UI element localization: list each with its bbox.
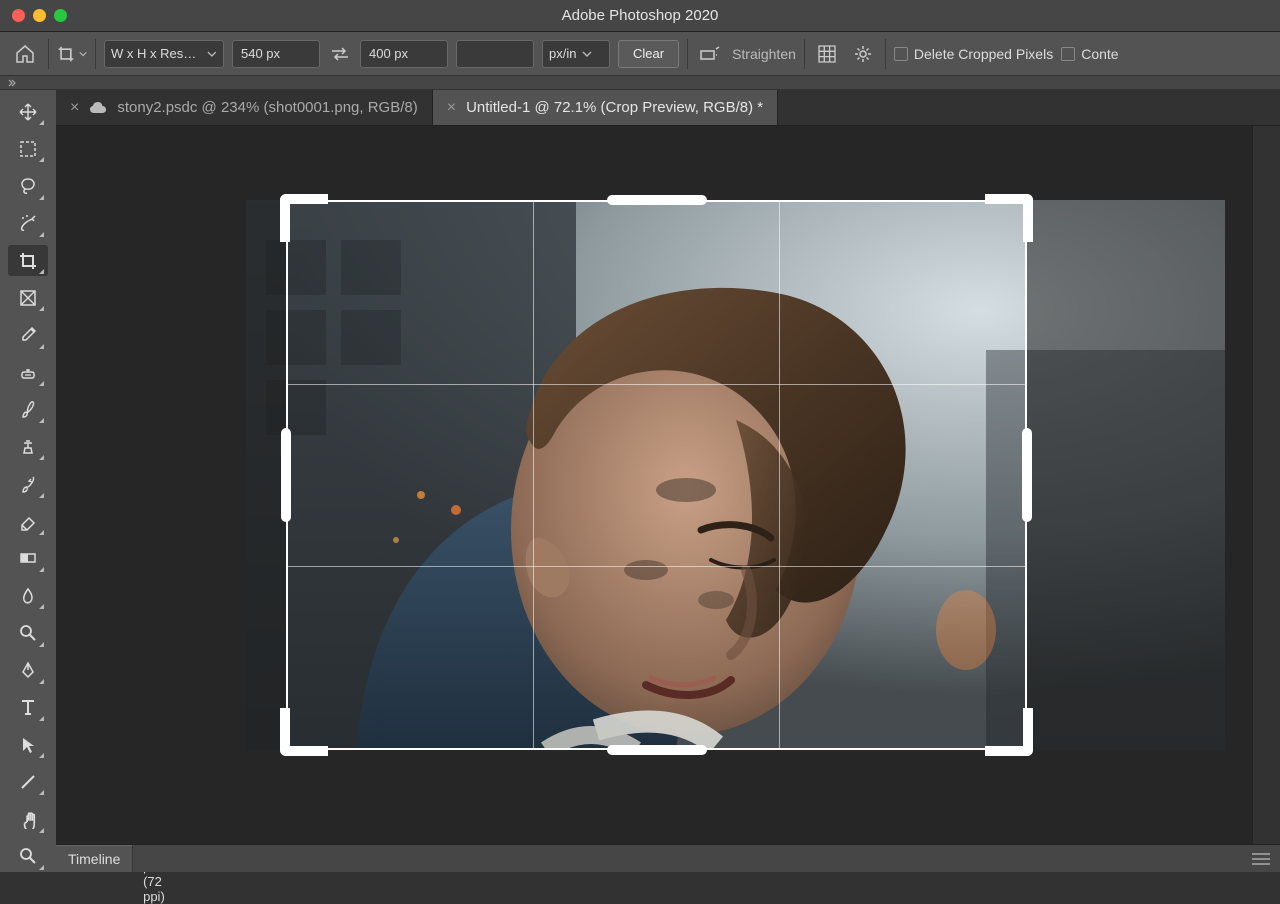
crop-shield-right — [1027, 200, 1225, 750]
minimize-window-button[interactable] — [33, 9, 46, 22]
crop-handle-left[interactable] — [281, 428, 291, 522]
zoom-tool[interactable] — [8, 841, 48, 872]
gradient-tool[interactable] — [8, 543, 48, 574]
crop-height-input[interactable]: 400 px — [360, 40, 448, 68]
app-title: Adobe Photoshop 2020 — [562, 7, 719, 24]
brush-tool[interactable] — [8, 394, 48, 425]
timeline-panel-tab[interactable]: Timeline — [56, 845, 133, 872]
crop-grid-line — [288, 384, 1025, 385]
eraser-tool[interactable] — [8, 506, 48, 537]
resolution-units-label: px/in — [549, 46, 576, 61]
clone-stamp-tool[interactable] — [8, 431, 48, 462]
content-aware-checkbox[interactable]: Conte — [1061, 46, 1118, 62]
document-tab[interactable]: × Untitled-1 @ 72.1% (Crop Preview, RGB/… — [433, 90, 778, 125]
cloud-icon — [89, 101, 107, 115]
crop-shield-left — [246, 200, 286, 750]
type-tool[interactable] — [8, 692, 48, 723]
crop-preset-label: W x H x Reso… — [111, 46, 201, 61]
delete-cropped-checkbox[interactable]: Delete Cropped Pixels — [894, 46, 1053, 62]
clear-label: Clear — [633, 46, 664, 61]
overlay-grid-button[interactable] — [813, 40, 841, 68]
move-tool[interactable] — [8, 96, 48, 127]
panel-dock[interactable] — [1252, 126, 1280, 844]
crop-height-value: 400 px — [369, 46, 408, 61]
crop-width-value: 540 px — [241, 46, 280, 61]
crop-tool-indicator-icon[interactable] — [57, 39, 87, 69]
crop-resolution-input[interactable] — [456, 40, 534, 68]
divider — [804, 39, 805, 69]
document-tabs: × stony2.psdc @ 234% (shot0001.png, RGB/… — [56, 90, 1280, 126]
content-aware-label: Conte — [1081, 46, 1118, 62]
panel-menu-icon[interactable] — [1252, 853, 1280, 865]
crop-tool[interactable] — [8, 245, 48, 276]
close-tab-icon[interactable]: × — [447, 99, 456, 117]
crop-handle-top-left[interactable] — [280, 194, 328, 242]
history-brush-tool[interactable] — [8, 468, 48, 499]
crop-handle-bottom-right[interactable] — [985, 708, 1033, 756]
window-controls — [0, 9, 67, 22]
path-selection-tool[interactable] — [8, 729, 48, 760]
straighten-icon[interactable] — [696, 40, 724, 68]
crop-grid-line — [533, 202, 534, 748]
tab-label: Untitled-1 @ 72.1% (Crop Preview, RGB/8)… — [466, 99, 763, 116]
divider — [48, 39, 49, 69]
dodge-tool[interactable] — [8, 617, 48, 648]
crop-grid-line — [779, 202, 780, 748]
maximize-window-button[interactable] — [54, 9, 67, 22]
lasso-tool[interactable] — [8, 170, 48, 201]
frame-tool[interactable] — [8, 282, 48, 313]
checkbox-icon — [1061, 47, 1075, 61]
close-window-button[interactable] — [12, 9, 25, 22]
crop-handle-top-right[interactable] — [985, 194, 1033, 242]
timeline-label: Timeline — [68, 851, 120, 867]
crop-handle-right[interactable] — [1022, 428, 1032, 522]
eyedropper-tool[interactable] — [8, 319, 48, 350]
hand-tool[interactable] — [8, 803, 48, 834]
blur-tool[interactable] — [8, 580, 48, 611]
close-tab-icon[interactable]: × — [70, 99, 79, 117]
quick-selection-tool[interactable] — [8, 208, 48, 239]
crop-handle-top[interactable] — [607, 195, 707, 205]
document-canvas[interactable] — [246, 200, 1225, 750]
expand-toolbar-button[interactable] — [0, 76, 1280, 90]
tools-panel — [0, 90, 56, 872]
titlebar: Adobe Photoshop 2020 — [0, 0, 1280, 32]
crop-grid-line — [288, 566, 1025, 567]
divider — [95, 39, 96, 69]
tab-label: stony2.psdc @ 234% (shot0001.png, RGB/8) — [117, 99, 417, 116]
document-tab[interactable]: × stony2.psdc @ 234% (shot0001.png, RGB/… — [56, 90, 433, 125]
bottom-panel-bar: Timeline — [56, 844, 1280, 872]
resolution-units-dropdown[interactable]: px/in — [542, 40, 610, 68]
straighten-label[interactable]: Straighten — [732, 46, 796, 62]
checkbox-icon — [894, 47, 908, 61]
pen-tool[interactable] — [8, 655, 48, 686]
crop-handle-bottom[interactable] — [607, 745, 707, 755]
divider — [687, 39, 688, 69]
crop-width-input[interactable]: 540 px — [232, 40, 320, 68]
canvas-area[interactable] — [56, 126, 1280, 844]
crop-preset-dropdown[interactable]: W x H x Reso… — [104, 40, 224, 68]
crop-settings-button[interactable] — [849, 40, 877, 68]
clear-button[interactable]: Clear — [618, 40, 679, 68]
healing-brush-tool[interactable] — [8, 357, 48, 388]
delete-cropped-label: Delete Cropped Pixels — [914, 46, 1053, 62]
home-button[interactable] — [10, 39, 40, 69]
options-bar: W x H x Reso… 540 px 400 px px/in Clear … — [0, 32, 1280, 76]
swap-dimensions-button[interactable] — [328, 42, 352, 66]
crop-handle-bottom-left[interactable] — [280, 708, 328, 756]
line-tool[interactable] — [8, 766, 48, 797]
divider — [885, 39, 886, 69]
crop-boundary[interactable] — [286, 200, 1027, 750]
marquee-tool[interactable] — [8, 133, 48, 164]
